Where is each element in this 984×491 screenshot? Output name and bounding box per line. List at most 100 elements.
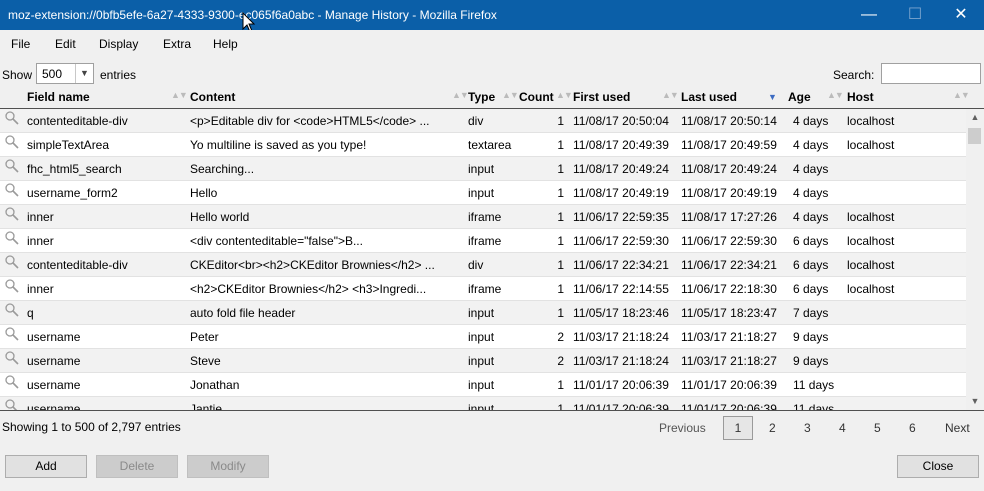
cell-first-used: 11/06/17 22:14:55: [573, 282, 669, 296]
pagination-previous[interactable]: Previous: [659, 421, 706, 435]
cell-last-used: 11/08/17 20:49:59: [681, 138, 777, 152]
table-row[interactable]: inner Hello world iframe 1 11/06/17 22:5…: [0, 205, 966, 229]
column-header-field-name[interactable]: Field name: [27, 90, 90, 104]
magnifier-icon[interactable]: [4, 302, 20, 318]
table-row[interactable]: username_form2 Hello input 1 11/08/17 20…: [0, 181, 966, 205]
table-row[interactable]: inner <h2>CKEditor Brownies</h2> <h3>Ing…: [0, 277, 966, 301]
cell-type: iframe: [468, 234, 502, 248]
table-row[interactable]: username Jantie input 1 11/01/17 20:06:3…: [0, 397, 966, 410]
cell-type: input: [468, 306, 495, 320]
column-header-host[interactable]: Host: [847, 90, 874, 104]
cell-age: 9 days: [793, 330, 829, 344]
pagination-page-1[interactable]: 1: [723, 416, 753, 440]
cell-age: 7 days: [793, 306, 829, 320]
pagination-page-5[interactable]: 5: [874, 421, 881, 435]
search-input[interactable]: [881, 63, 981, 84]
table-row[interactable]: fhc_html5_search Searching... input 1 11…: [0, 157, 966, 181]
cell-content: Hello: [190, 186, 218, 200]
scroll-down-icon[interactable]: ▼: [966, 395, 984, 407]
pagination-page-4[interactable]: 4: [839, 421, 846, 435]
magnifier-icon[interactable]: [4, 110, 20, 126]
menu-edit[interactable]: Edit: [55, 37, 76, 51]
pagination-page-3[interactable]: 3: [804, 421, 811, 435]
column-header-age[interactable]: Age: [788, 90, 811, 104]
cell-last-used: 11/08/17 20:49:24: [681, 162, 777, 176]
magnifier-icon[interactable]: [4, 206, 20, 222]
table-row[interactable]: contenteditable-div CKEditor<br><h2>CKEd…: [0, 253, 966, 277]
table-row[interactable]: username Peter input 2 11/03/17 21:18:24…: [0, 325, 966, 349]
magnifier-icon[interactable]: [4, 230, 20, 246]
modify-button[interactable]: Modify: [187, 455, 269, 478]
cell-field-name: fhc_html5_search: [27, 162, 122, 176]
table-row[interactable]: username Jonathan input 1 11/01/17 20:06…: [0, 373, 966, 397]
magnifier-icon[interactable]: [4, 326, 20, 342]
entries-per-page-select[interactable]: 500 ▼: [36, 63, 94, 84]
minimize-button[interactable]: —: [846, 0, 892, 30]
column-header-type[interactable]: Type: [468, 90, 495, 104]
cell-content: <h2>CKEditor Brownies</h2> <h3>Ingredi..…: [190, 282, 427, 296]
title-bar: moz-extension://0bfb5efe-6a27-4333-9300-…: [0, 0, 984, 33]
menu-file[interactable]: File: [11, 37, 30, 51]
pagination-page-6[interactable]: 6: [909, 421, 916, 435]
cell-host: localhost: [847, 258, 895, 272]
cell-count: 2: [557, 330, 564, 344]
cell-type: div: [468, 258, 484, 272]
table-row[interactable]: inner <div contenteditable="false">B... …: [0, 229, 966, 253]
chevron-down-icon[interactable]: ▼: [75, 64, 93, 83]
cell-age: 4 days: [793, 114, 829, 128]
scrollbar-thumb[interactable]: [968, 128, 981, 144]
cell-count: 1: [557, 210, 564, 224]
cell-field-name: inner: [27, 282, 54, 296]
cell-age: 6 days: [793, 234, 829, 248]
sort-descending-icon[interactable]: ▼: [768, 92, 777, 102]
magnifier-icon[interactable]: [4, 254, 20, 270]
pagination: Previous 1 2 3 4 5 6 Next: [0, 415, 984, 441]
sort-icon[interactable]: ▲▼: [171, 90, 188, 100]
magnifier-icon[interactable]: [4, 374, 20, 390]
column-header-content[interactable]: Content: [190, 90, 235, 104]
cell-last-used: 11/03/17 21:18:27: [681, 330, 777, 344]
vertical-scrollbar[interactable]: ▲ ▼: [966, 109, 984, 410]
table-body: contenteditable-div <p>Editable div for …: [0, 109, 966, 410]
pagination-page-2[interactable]: 2: [769, 421, 776, 435]
scroll-up-icon[interactable]: ▲: [966, 111, 984, 123]
magnifier-icon[interactable]: [4, 398, 20, 410]
table-row[interactable]: contenteditable-div <p>Editable div for …: [0, 109, 966, 133]
column-header-first-used[interactable]: First used: [573, 90, 630, 104]
cell-first-used: 11/03/17 21:18:24: [573, 354, 669, 368]
show-label: Show: [2, 68, 33, 82]
table-row[interactable]: simpleTextArea Yo multiline is saved as …: [0, 133, 966, 157]
entries-per-page-value: 500: [42, 67, 63, 81]
magnifier-icon[interactable]: [4, 158, 20, 174]
close-button[interactable]: Close: [897, 455, 979, 478]
column-header-count[interactable]: Count: [519, 90, 554, 104]
menu-help[interactable]: Help: [213, 37, 238, 51]
table-row[interactable]: username Steve input 2 11/03/17 21:18:24…: [0, 349, 966, 373]
sort-icon[interactable]: ▲▼: [452, 90, 469, 100]
sort-icon[interactable]: ▲▼: [556, 90, 573, 100]
cell-first-used: 11/08/17 20:50:04: [573, 114, 669, 128]
magnifier-icon[interactable]: [4, 134, 20, 150]
cell-type: input: [468, 330, 495, 344]
sort-icon[interactable]: ▲▼: [662, 90, 679, 100]
sort-icon[interactable]: ▲▼: [827, 90, 844, 100]
pagination-next[interactable]: Next: [945, 421, 970, 435]
column-header-last-used[interactable]: Last used: [681, 90, 737, 104]
close-window-button[interactable]: ✕: [938, 0, 984, 30]
cell-last-used: 11/08/17 17:27:26: [681, 210, 777, 224]
cell-age: 4 days: [793, 138, 829, 152]
add-button[interactable]: Add: [5, 455, 87, 478]
cell-first-used: 11/08/17 20:49:24: [573, 162, 669, 176]
table-row[interactable]: q auto fold file header input 1 11/05/17…: [0, 301, 966, 325]
sort-icon[interactable]: ▲▼: [502, 90, 519, 100]
menu-display[interactable]: Display: [99, 37, 138, 51]
delete-button[interactable]: Delete: [96, 455, 178, 478]
magnifier-icon[interactable]: [4, 182, 20, 198]
sort-icon[interactable]: ▲▼: [953, 90, 970, 100]
cell-type: input: [468, 186, 495, 200]
magnifier-icon[interactable]: [4, 278, 20, 294]
menu-extra[interactable]: Extra: [163, 37, 191, 51]
maximize-button[interactable]: ☐: [892, 0, 938, 30]
entries-label: entries: [100, 68, 137, 82]
magnifier-icon[interactable]: [4, 350, 20, 366]
